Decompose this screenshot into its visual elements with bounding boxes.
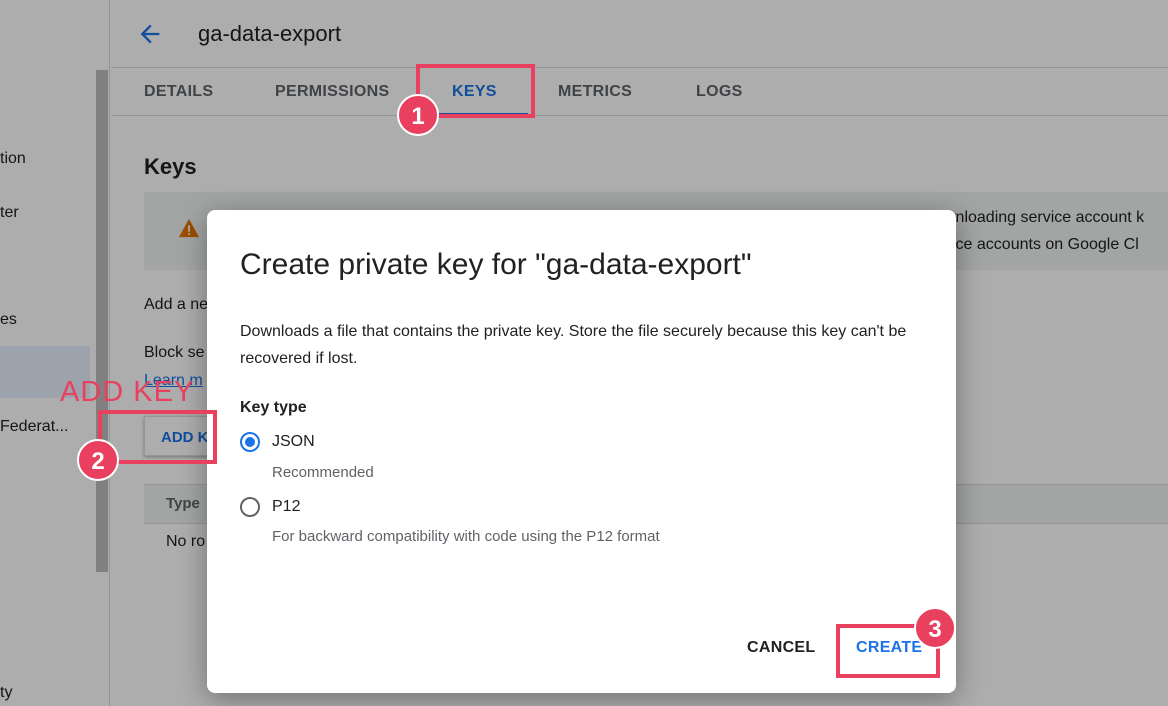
cancel-button[interactable]: CANCEL	[747, 639, 815, 657]
dialog-title: Create private key for "ga-data-export"	[240, 248, 752, 281]
json-option-label[interactable]: JSON	[272, 433, 315, 451]
step-badge-3: 3	[914, 607, 956, 649]
p12-radio[interactable]	[240, 497, 260, 517]
json-option-sublabel: Recommended	[272, 464, 374, 481]
step-badge-2: 2	[77, 439, 119, 481]
step-badge-1: 1	[397, 94, 439, 136]
json-radio[interactable]	[240, 432, 260, 452]
key-type-label: Key type	[240, 399, 307, 416]
add-key-caption: ADD KEY	[60, 376, 195, 408]
dialog-description: Downloads a file that contains the priva…	[240, 323, 907, 367]
p12-option-sublabel: For backward compatibility with code usi…	[272, 528, 660, 545]
create-key-dialog: Create private key for "ga-data-export" …	[207, 210, 956, 693]
p12-option-label[interactable]: P12	[272, 498, 300, 516]
